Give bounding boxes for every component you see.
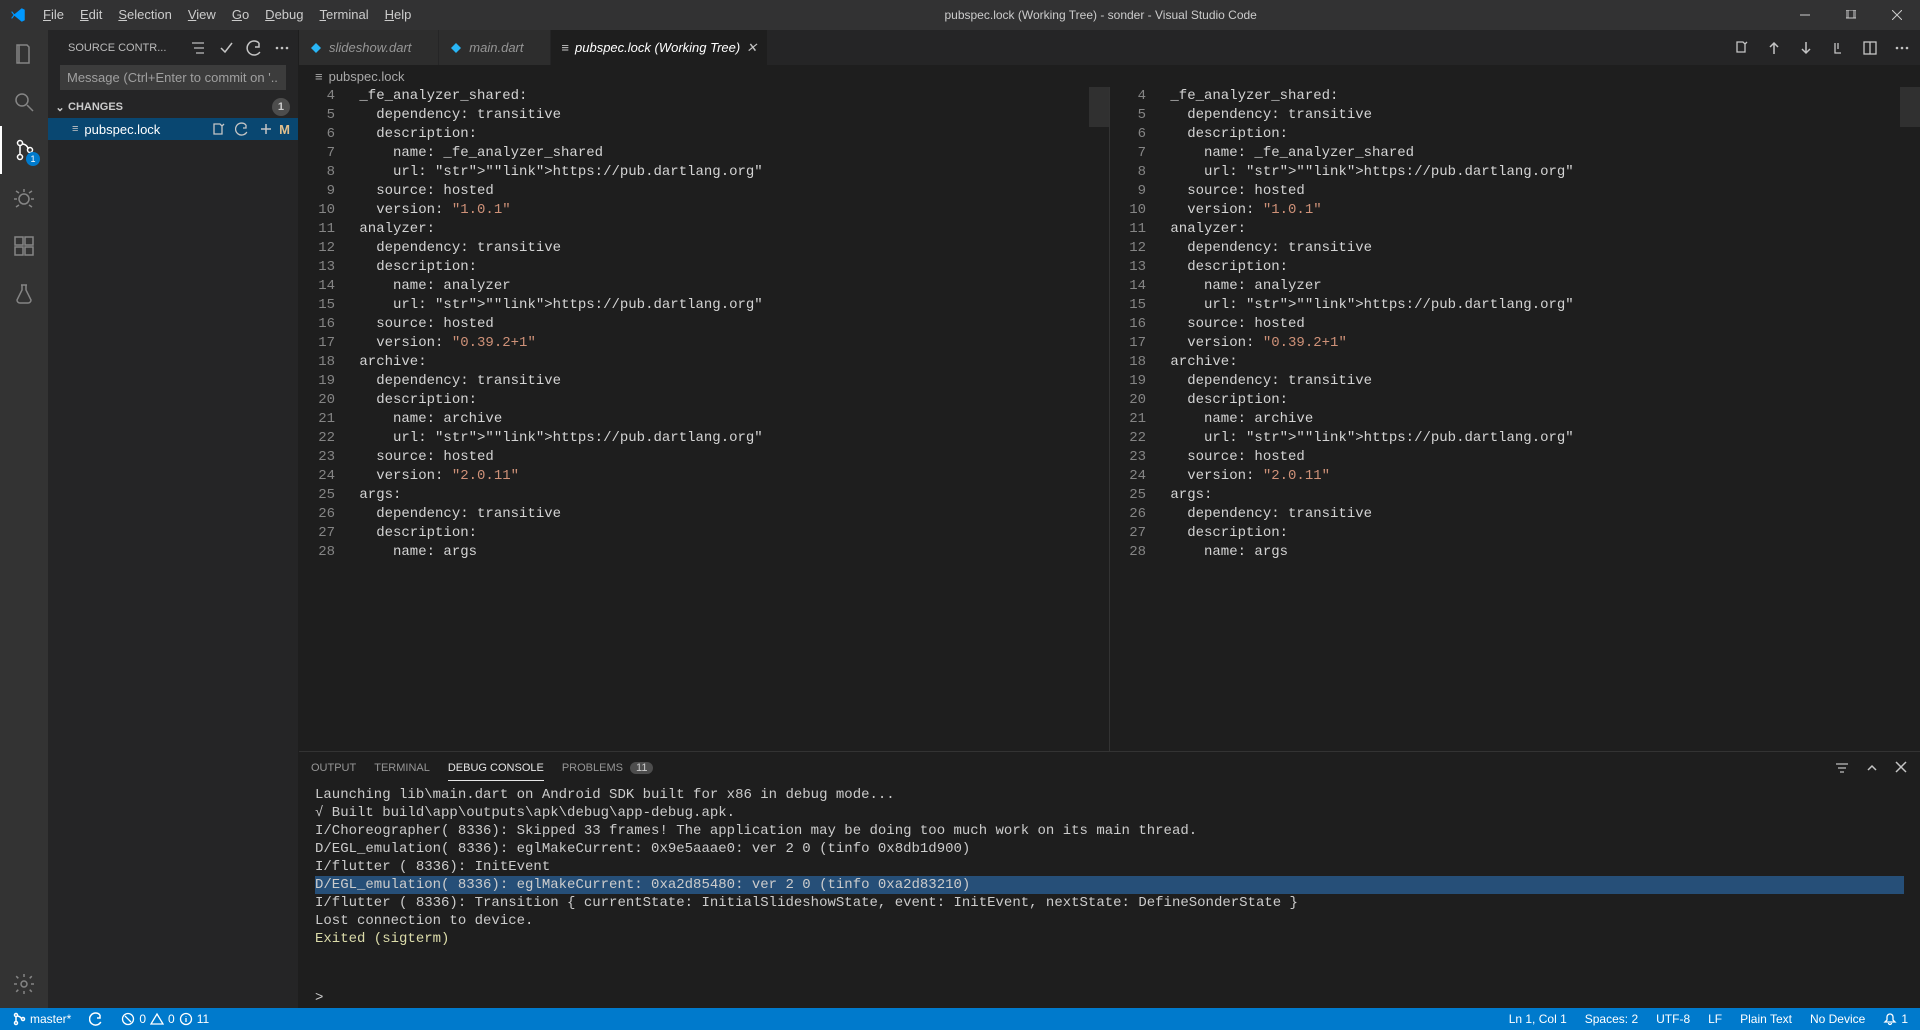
diagnostics[interactable]: 0 0 11	[117, 1008, 213, 1030]
close-tab-icon[interactable]: ✕	[746, 40, 757, 56]
menu-terminal[interactable]: Terminal	[311, 0, 376, 30]
tab-label: pubspec.lock (Working Tree)	[575, 40, 740, 55]
menu-selection[interactable]: Selection	[110, 0, 179, 30]
sidebar: SOURCE CONTR... ⌄ CHANGES 1 ≡ pubspec.lo…	[48, 30, 299, 1008]
compare-changes-icon[interactable]	[1734, 40, 1750, 56]
discard-icon[interactable]	[235, 122, 249, 136]
sync-button[interactable]	[85, 1008, 107, 1030]
panel-tab-output[interactable]: OUTPUT	[311, 756, 356, 780]
extensions-icon[interactable]	[0, 222, 48, 270]
git-branch[interactable]: master*	[8, 1008, 75, 1030]
menu-go[interactable]: Go	[224, 0, 257, 30]
explorer-icon[interactable]	[0, 30, 48, 78]
statusbar: master* 0 0 11 Ln 1, Col 1 Spaces: 2 UTF…	[0, 1008, 1920, 1030]
changed-file-row[interactable]: ≡ pubspec.lock M	[48, 118, 298, 140]
window-title: pubspec.lock (Working Tree) - sonder - V…	[419, 8, 1782, 22]
minimize-button[interactable]	[1782, 0, 1828, 30]
open-file-icon[interactable]	[211, 122, 225, 136]
split-editor-icon[interactable]	[1862, 40, 1878, 56]
settings-gear-icon[interactable]	[0, 960, 48, 1008]
problems-label: PROBLEMS	[562, 762, 623, 774]
eol[interactable]: LF	[1704, 1008, 1726, 1030]
menubar: FileEditSelectionViewGoDebugTerminalHelp	[35, 0, 419, 30]
testing-icon[interactable]	[0, 270, 48, 318]
editor-pane-left[interactable]: 4567891011121314151617181920212223242526…	[299, 87, 1109, 751]
tab-main-dart[interactable]: main.dart✕	[439, 30, 551, 65]
maximize-button[interactable]	[1828, 0, 1874, 30]
language-mode[interactable]: Plain Text	[1736, 1008, 1796, 1030]
scm-badge: 1	[26, 152, 40, 166]
menu-debug[interactable]: Debug	[257, 0, 311, 30]
collapse-panel-icon[interactable]	[1864, 760, 1880, 776]
dart-icon	[449, 41, 463, 55]
filter-icon[interactable]	[1834, 760, 1850, 776]
changed-file-name: pubspec.lock	[84, 122, 205, 137]
view-tree-icon[interactable]	[190, 40, 206, 56]
file-icon: ≡	[315, 69, 323, 84]
info-count: 11	[197, 1012, 209, 1026]
tab-label: slideshow.dart	[329, 40, 411, 55]
sidebar-header: SOURCE CONTR...	[48, 30, 298, 65]
file-status: M	[279, 122, 290, 137]
changes-count: 1	[272, 98, 290, 116]
indentation[interactable]: Spaces: 2	[1581, 1008, 1642, 1030]
commit-message-input[interactable]	[60, 65, 286, 90]
panel-tab-debug-console[interactable]: DEBUG CONSOLE	[448, 756, 544, 781]
changes-section[interactable]: ⌄ CHANGES 1	[48, 96, 298, 118]
editor-area: slideshow.dart✕main.dart✕≡pubspec.lock (…	[299, 30, 1920, 1008]
dart-icon	[309, 41, 323, 55]
debug-console-output[interactable]: Launching lib\main.dart on Android SDK b…	[299, 784, 1920, 988]
minimap-left[interactable]	[1089, 87, 1109, 751]
panel-tab-problems[interactable]: PROBLEMS 11	[562, 756, 654, 780]
sidebar-title: SOURCE CONTR...	[68, 42, 190, 54]
source-control-icon[interactable]: 1	[0, 126, 48, 174]
encoding[interactable]: UTF-8	[1652, 1008, 1694, 1030]
stage-icon[interactable]	[259, 122, 273, 136]
debug-icon[interactable]	[0, 174, 48, 222]
chevron-down-icon: ⌄	[52, 101, 68, 114]
next-change-icon[interactable]	[1798, 40, 1814, 56]
refresh-icon[interactable]	[246, 40, 262, 56]
tab-slideshow-dart[interactable]: slideshow.dart✕	[299, 30, 439, 65]
titlebar: FileEditSelectionViewGoDebugTerminalHelp…	[0, 0, 1920, 30]
error-count: 0	[139, 1012, 146, 1026]
file-icon: ≡	[561, 40, 569, 55]
notification-count: 1	[1901, 1012, 1908, 1026]
notifications[interactable]: 1	[1879, 1008, 1912, 1030]
prev-change-icon[interactable]	[1766, 40, 1782, 56]
panel: OUTPUT TERMINAL DEBUG CONSOLE PROBLEMS 1…	[299, 751, 1920, 1008]
more-icon[interactable]	[274, 40, 290, 56]
breadcrumb[interactable]: ≡ pubspec.lock	[299, 65, 1920, 87]
cursor-position[interactable]: Ln 1, Col 1	[1505, 1008, 1571, 1030]
minimap-right[interactable]	[1900, 87, 1920, 751]
menu-edit[interactable]: Edit	[72, 0, 110, 30]
close-panel-icon[interactable]	[1894, 760, 1908, 776]
window-controls	[1782, 0, 1920, 30]
activity-bar: 1	[0, 30, 48, 1008]
menu-file[interactable]: File	[35, 0, 72, 30]
menu-help[interactable]: Help	[377, 0, 420, 30]
branch-name: master*	[30, 1012, 71, 1026]
diff-editor: 4567891011121314151617181920212223242526…	[299, 87, 1920, 751]
device-selector[interactable]: No Device	[1806, 1008, 1869, 1030]
file-icon: ≡	[72, 123, 78, 135]
tab-label: main.dart	[469, 40, 523, 55]
menu-view[interactable]: View	[180, 0, 224, 30]
commit-icon[interactable]	[218, 40, 234, 56]
warning-count: 0	[168, 1012, 175, 1026]
vscode-icon	[0, 6, 35, 24]
panel-tab-terminal[interactable]: TERMINAL	[374, 756, 430, 780]
tab-pubspec-lock-working-tree-[interactable]: ≡ pubspec.lock (Working Tree) ✕	[551, 30, 768, 65]
whitespace-icon[interactable]	[1830, 40, 1846, 56]
debug-console-input[interactable]: >	[299, 988, 1920, 1008]
problems-count: 11	[630, 762, 653, 774]
editor-pane-right[interactable]: 4567891011121314151617181920212223242526…	[1109, 87, 1920, 751]
more-actions-icon[interactable]	[1894, 40, 1910, 56]
editor-tabs: slideshow.dart✕main.dart✕≡pubspec.lock (…	[299, 30, 1920, 65]
close-button[interactable]	[1874, 0, 1920, 30]
breadcrumb-file: pubspec.lock	[329, 69, 405, 84]
changes-label: CHANGES	[68, 101, 123, 113]
search-icon[interactable]	[0, 78, 48, 126]
